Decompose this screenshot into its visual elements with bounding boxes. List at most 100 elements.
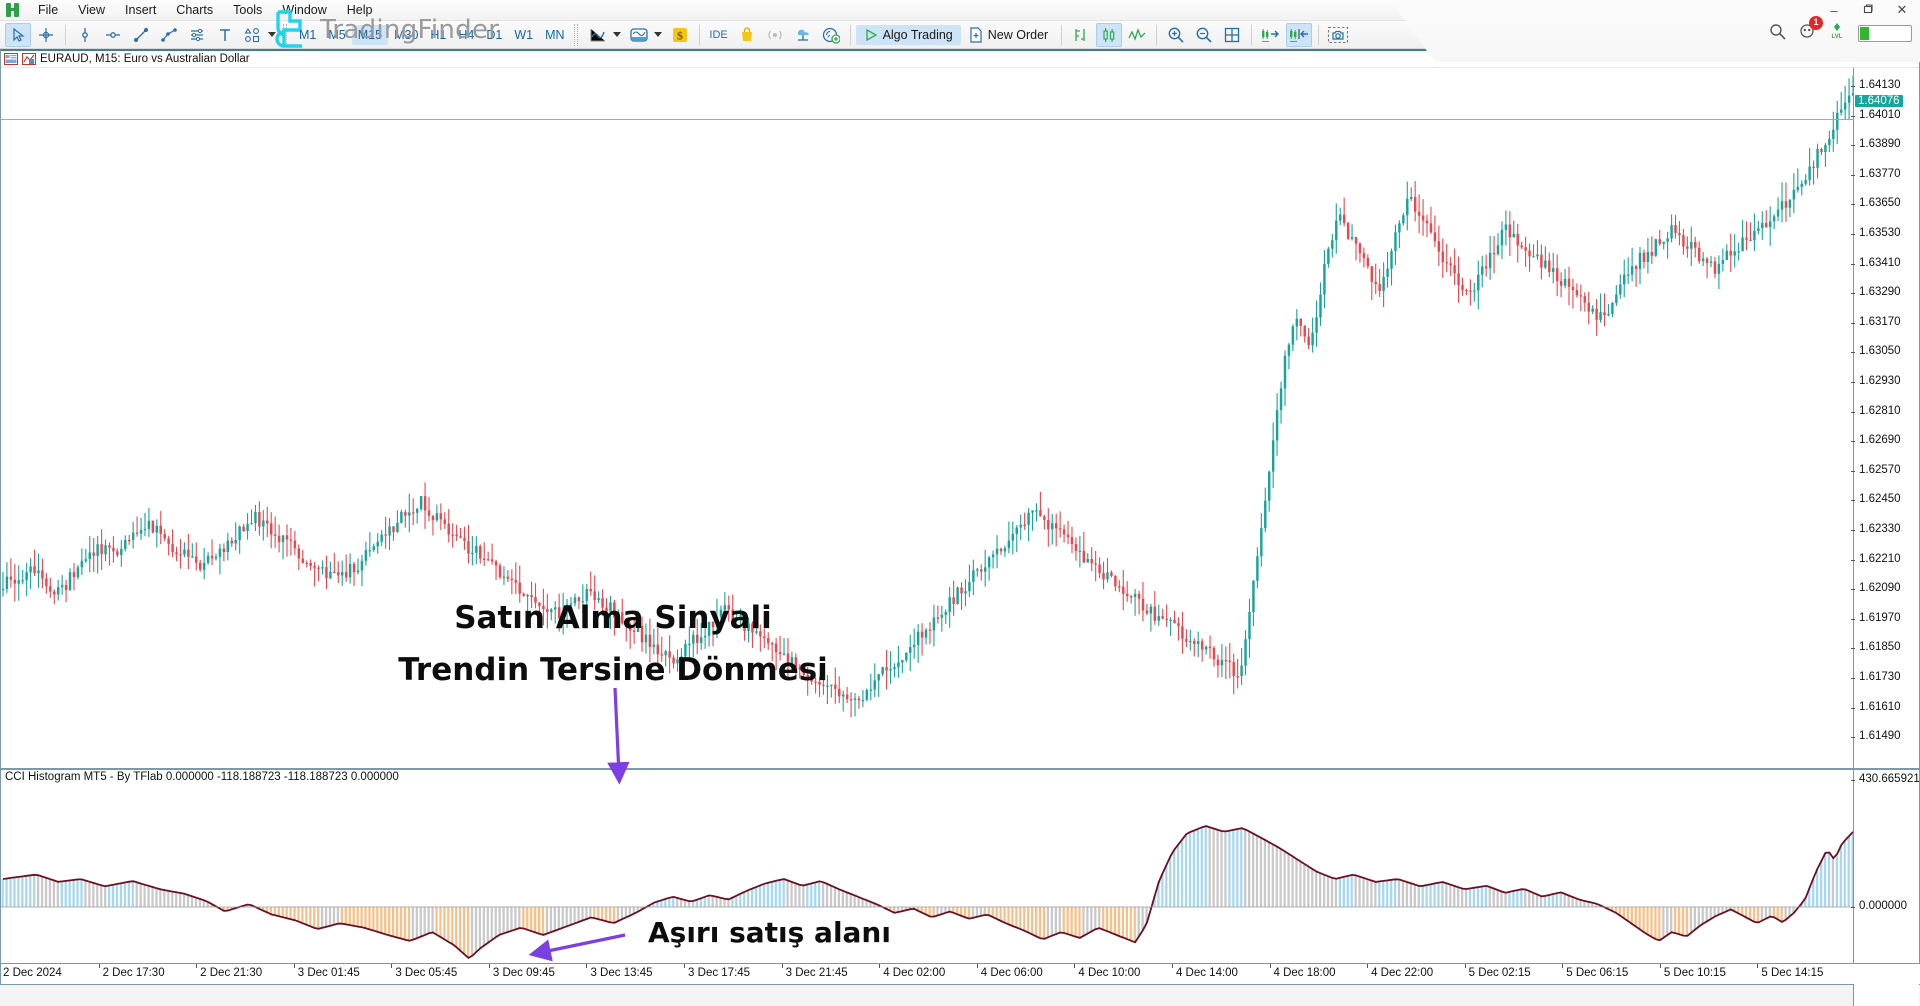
- menu-charts[interactable]: Charts: [166, 1, 223, 19]
- histogram-bar: [1819, 860, 1823, 907]
- histogram-bar: [620, 907, 624, 920]
- histogram-bar: [459, 907, 462, 951]
- histogram-bar: [182, 893, 186, 907]
- svg-text:$: $: [677, 28, 683, 42]
- trendline-icon[interactable]: [128, 23, 154, 47]
- histogram-bar: [1038, 907, 1042, 939]
- histogram-bar: [1756, 907, 1760, 923]
- candle-body: [364, 550, 368, 561]
- candle-body: [242, 526, 245, 532]
- candle-body: [1019, 524, 1022, 528]
- histogram-bar: [80, 879, 83, 907]
- shapes-icon[interactable]: [240, 23, 266, 47]
- search-icon[interactable]: [1769, 23, 1786, 45]
- candle-body: [1406, 198, 1409, 216]
- histogram-bar: [1113, 907, 1117, 935]
- timeframe-mn[interactable]: MN: [539, 25, 570, 45]
- histogram-bar: [439, 907, 442, 938]
- chart-type-caret-icon[interactable]: [612, 32, 621, 37]
- notifications-icon[interactable]: 1: [1798, 16, 1823, 45]
- histogram-bar: [999, 907, 1002, 921]
- histogram-bar: [1764, 907, 1768, 919]
- grid-icon[interactable]: [1219, 23, 1245, 47]
- dollar-icon[interactable]: $: [667, 23, 693, 47]
- scroll-to-end-icon[interactable]: [1258, 23, 1284, 47]
- histogram-bar: [841, 890, 844, 907]
- candlestick-icon[interactable]: [1096, 22, 1123, 47]
- candle-body: [206, 555, 210, 563]
- price-tick: [1851, 352, 1855, 354]
- algo-trading-button[interactable]: Algo Trading: [855, 24, 961, 45]
- horizontal-line-icon[interactable]: [100, 23, 126, 47]
- polyline-icon[interactable]: [156, 23, 182, 47]
- menu-file[interactable]: File: [28, 1, 68, 19]
- chart-window[interactable]: EURAUD, M15: Euro vs Australian Dollar 1…: [0, 49, 1920, 1006]
- candle-body: [1291, 326, 1295, 345]
- price-tick: [1851, 322, 1855, 324]
- candle-body: [427, 510, 431, 516]
- minimize-button[interactable]: –: [1824, 3, 1844, 18]
- crosshair-icon[interactable]: [33, 23, 59, 47]
- maximize-button[interactable]: [1858, 3, 1878, 18]
- indicators-icon[interactable]: [1068, 23, 1094, 47]
- signals-icon[interactable]: [762, 23, 788, 47]
- candle-body: [1670, 225, 1673, 239]
- histogram-bar: [1827, 852, 1831, 907]
- close-button[interactable]: ✕: [1892, 2, 1912, 18]
- candle-body: [1824, 144, 1827, 153]
- histogram-bar: [679, 899, 683, 907]
- histogram-bar: [273, 907, 276, 916]
- histogram-bar: [975, 907, 979, 917]
- histogram-bar: [1520, 889, 1523, 907]
- line-chart-icon[interactable]: [585, 23, 611, 47]
- zoom-out-icon[interactable]: [1191, 23, 1217, 47]
- template-icon[interactable]: [626, 23, 652, 47]
- time-axis[interactable]: 2 Dec 2024 2 Dec 17:30 2 Dec 21:30 3 Dec 01…: [1, 963, 1920, 984]
- vertical-line-icon[interactable]: [72, 23, 98, 47]
- copy-signal-icon[interactable]: [818, 23, 844, 47]
- histogram-bar: [1634, 907, 1637, 927]
- histogram-bar: [668, 897, 671, 907]
- menu-tools[interactable]: Tools: [223, 1, 272, 19]
- new-order-button[interactable]: New Order: [961, 24, 1056, 46]
- histogram-bar: [802, 885, 805, 907]
- text-tool-icon[interactable]: [212, 23, 238, 47]
- candle-body: [1386, 268, 1389, 277]
- candle-body: [1082, 550, 1086, 563]
- oscillator-icon[interactable]: [1124, 23, 1150, 47]
- candle-body: [1567, 278, 1571, 287]
- histogram-bar: [1050, 907, 1054, 936]
- histogram-bar: [1208, 827, 1211, 907]
- screenshot-icon[interactable]: [1325, 23, 1351, 47]
- channel-icon[interactable]: [184, 23, 210, 47]
- candle-body: [1591, 308, 1594, 312]
- histogram-bar: [1267, 842, 1271, 907]
- candle-body: [1058, 528, 1062, 530]
- histogram-bar: [415, 907, 418, 939]
- zoom-in-icon[interactable]: [1163, 23, 1189, 47]
- market-bag-icon[interactable]: [734, 23, 760, 47]
- menu-view[interactable]: View: [68, 1, 115, 19]
- template-caret-icon[interactable]: [653, 32, 662, 37]
- candle-body: [1532, 256, 1535, 258]
- candle-body: [1279, 388, 1283, 411]
- histogram-bar: [723, 898, 726, 907]
- candle-body: [143, 528, 147, 531]
- level-icon[interactable]: LVL: [1828, 22, 1846, 45]
- price-axis[interactable]: 1.64130 1.64010 1.63890 1.63770 1.63650 1.635…: [0, 68, 1919, 768]
- histogram-bar: [1086, 907, 1089, 934]
- candle-body: [1110, 572, 1113, 576]
- auto-scroll-icon[interactable]: [1286, 22, 1313, 47]
- cursor-arrow-icon[interactable]: [5, 22, 31, 47]
- histogram-bar: [1283, 851, 1286, 907]
- toolbar-grip-2[interactable]: [573, 23, 578, 46]
- timeframe-w1[interactable]: W1: [508, 25, 539, 45]
- candle-body: [289, 539, 293, 541]
- ide-button[interactable]: IDE: [706, 23, 732, 47]
- histogram-bar: [5, 878, 8, 907]
- histogram-bar: [1098, 907, 1101, 929]
- histogram-bar: [987, 907, 990, 916]
- menu-insert[interactable]: Insert: [115, 1, 166, 19]
- time-tick: [1074, 964, 1076, 968]
- cloud-vps-icon[interactable]: [790, 23, 816, 47]
